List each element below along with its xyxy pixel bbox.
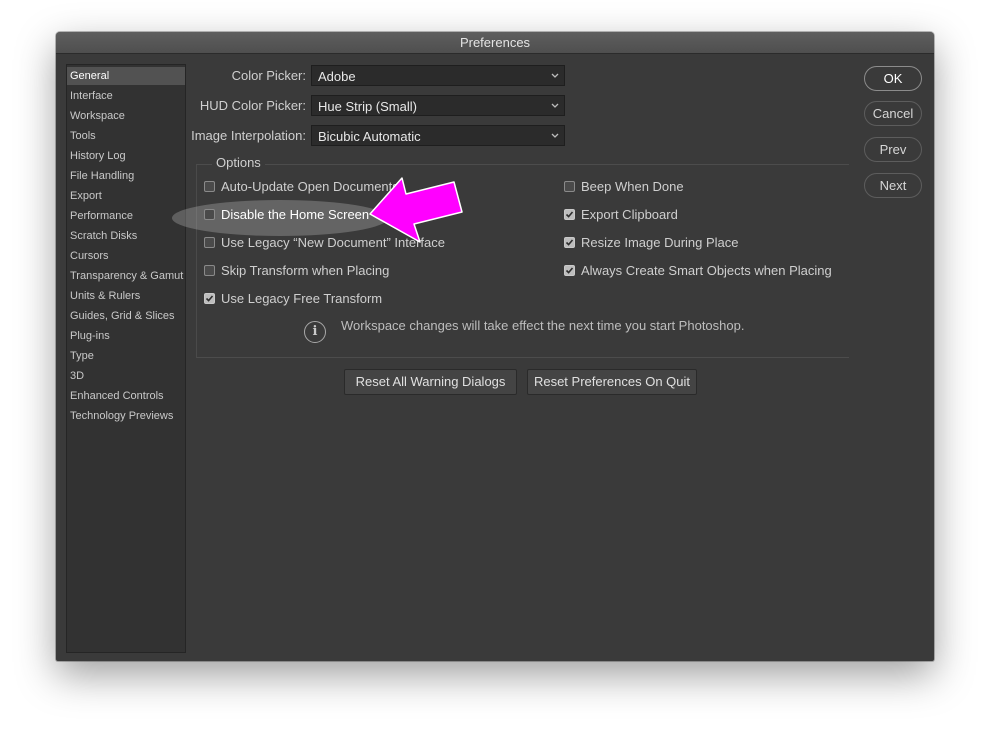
sidebar-item-file-handling[interactable]: File Handling: [67, 167, 185, 185]
prev-button[interactable]: Prev: [864, 137, 922, 162]
checkbox-label: Export Clipboard: [581, 207, 678, 222]
sidebar-item-technology-previews[interactable]: Technology Previews: [67, 407, 185, 425]
sidebar-item-history-log[interactable]: History Log: [67, 147, 185, 165]
info-icon: i: [304, 321, 326, 343]
checkbox-box-checked: [564, 265, 575, 276]
color-picker-select[interactable]: Adobe: [311, 65, 565, 86]
color-picker-label: Color Picker:: [231, 68, 306, 83]
checkbox-label: Disable the Home Screen: [221, 207, 370, 222]
checkbox-box: [204, 237, 215, 248]
info-message: Workspace changes will take effect the n…: [341, 318, 745, 333]
chevron-down-icon: [551, 103, 559, 108]
image-interpolation-label: Image Interpolation:: [191, 128, 306, 143]
window-title: Preferences: [56, 32, 934, 54]
checkbox-box: [564, 181, 575, 192]
annotation-arrow-icon: [369, 177, 463, 243]
sidebar-item-guides-grid-slices[interactable]: Guides, Grid & Slices: [67, 307, 185, 325]
sidebar-item-type[interactable]: Type: [67, 347, 185, 365]
sidebar-item-performance[interactable]: Performance: [67, 207, 185, 225]
reset-warning-dialogs-button[interactable]: Reset All Warning Dialogs: [344, 369, 517, 395]
ok-button[interactable]: OK: [864, 66, 922, 91]
checkbox-label: Beep When Done: [581, 179, 684, 194]
checkmark-icon: [565, 239, 574, 246]
sidebar-item-plug-ins[interactable]: Plug-ins: [67, 327, 185, 345]
hud-color-picker-label: HUD Color Picker:: [199, 98, 306, 113]
next-button[interactable]: Next: [864, 173, 922, 198]
sidebar-item-transparency-gamut[interactable]: Transparency & Gamut: [67, 267, 185, 285]
sidebar-item-export[interactable]: Export: [67, 187, 185, 205]
sidebar-item-units-rulers[interactable]: Units & Rulers: [67, 287, 185, 305]
checkmark-icon: [565, 211, 574, 218]
hud-color-picker-value: Hue Strip (Small): [318, 99, 417, 114]
checkbox-box: [204, 265, 215, 276]
sidebar: General Interface Workspace Tools Histor…: [66, 64, 186, 653]
checkbox-box-checked: [204, 293, 215, 304]
color-picker-value: Adobe: [318, 69, 356, 84]
image-interpolation-value: Bicubic Automatic: [318, 129, 421, 144]
checkbox-box: [204, 181, 215, 192]
checkmark-icon: [205, 295, 214, 302]
checkbox-box-checked: [564, 237, 575, 248]
hud-color-picker-select[interactable]: Hue Strip (Small): [311, 95, 565, 116]
checkbox-label: Use Legacy Free Transform: [221, 291, 383, 306]
chevron-down-icon: [551, 133, 559, 138]
options-title: Options: [212, 155, 265, 171]
checkmark-icon: [565, 267, 574, 274]
sidebar-item-scratch-disks[interactable]: Scratch Disks: [67, 227, 185, 245]
image-interpolation-select[interactable]: Bicubic Automatic: [311, 125, 565, 146]
checkbox-label: Always Create Smart Objects when Placing: [581, 263, 832, 278]
checkbox-label: Resize Image During Place: [581, 235, 739, 250]
reset-preferences-button[interactable]: Reset Preferences On Quit: [527, 369, 697, 395]
checkbox-label: Skip Transform when Placing: [221, 263, 390, 278]
checkbox-box-checked: [564, 209, 575, 220]
sidebar-item-3d[interactable]: 3D: [67, 367, 185, 385]
chevron-down-icon: [551, 73, 559, 78]
preferences-dialog: Preferences General Interface Workspace …: [56, 32, 934, 661]
sidebar-item-cursors[interactable]: Cursors: [67, 247, 185, 265]
cancel-button[interactable]: Cancel: [864, 101, 922, 126]
sidebar-item-enhanced-controls[interactable]: Enhanced Controls: [67, 387, 185, 405]
checkbox-box: [204, 209, 215, 220]
